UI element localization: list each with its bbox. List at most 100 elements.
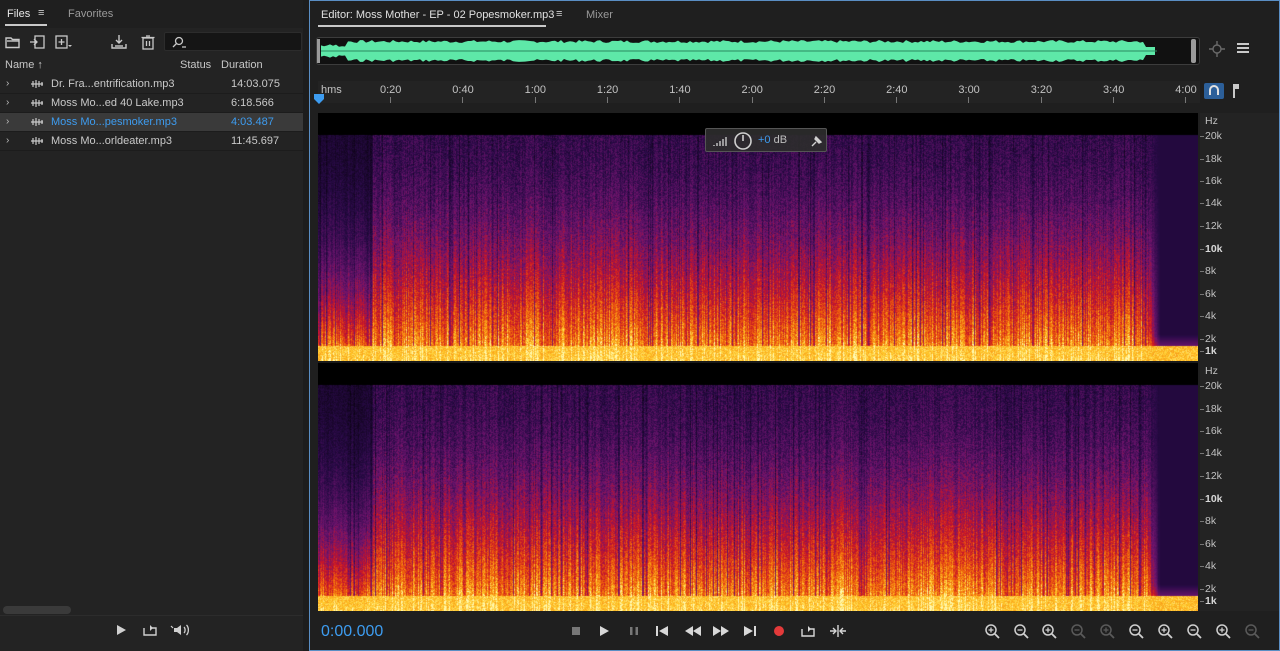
file-row-selected[interactable]: › Moss Mo...pesmoker.mp3 4:03.487 (0, 113, 303, 132)
column-duration-header[interactable]: Duration (221, 59, 263, 71)
timeline-tick (1185, 97, 1187, 103)
zoom-in-right-icon[interactable] (1154, 622, 1176, 640)
timeline-tick-label: 3:00 (958, 84, 980, 96)
column-name-header[interactable]: Name ↑ (5, 59, 43, 71)
frequency-tick (1200, 203, 1204, 204)
files-panel-menu-icon[interactable]: ≡ (38, 7, 44, 19)
tab-favorites[interactable]: Favorites (68, 8, 113, 20)
file-row[interactable]: › Dr. Fra...entrification.mp3 14:03.075 (0, 75, 303, 94)
frequency-tick (1200, 601, 1204, 602)
play-icon[interactable] (595, 623, 613, 639)
marker-pin-icon[interactable] (1230, 82, 1242, 100)
timeline-tick (462, 97, 464, 103)
frequency-tick (1200, 409, 1204, 410)
pause-icon[interactable] (625, 623, 643, 639)
level-meter-icon (713, 137, 727, 146)
expand-chevron-icon[interactable]: › (6, 78, 9, 89)
stop-icon[interactable] (567, 623, 585, 639)
zoom-out-full-icon[interactable] (1183, 622, 1205, 640)
frequency-tick (1200, 453, 1204, 454)
zoom-out-amplitude-icon[interactable] (1010, 622, 1032, 640)
frequency-label: 6k (1205, 288, 1217, 300)
files-panel-tabs: Files ≡ Favorites (0, 0, 303, 28)
heads-up-display[interactable]: +0 dB (705, 128, 827, 152)
file-list-header: Name ↑ Status Duration (0, 57, 303, 73)
fast-forward-icon[interactable] (711, 623, 731, 639)
tab-editor[interactable]: Editor: Moss Mother - EP - 02 Popesmoker… (321, 9, 554, 21)
skip-selection-icon[interactable] (828, 623, 848, 639)
trash-icon[interactable] (139, 33, 157, 51)
overview-waveform[interactable] (316, 37, 1200, 65)
file-name: Moss Mo...orldeater.mp3 (51, 135, 173, 147)
frequency-label: 16k (1205, 425, 1222, 437)
zoom-in-time-icon[interactable] (1038, 622, 1060, 640)
insert-into-multitrack-icon[interactable] (110, 33, 128, 51)
speaker-icon[interactable] (170, 622, 192, 638)
file-name: Moss Mo...ed 40 Lake.mp3 (51, 97, 184, 109)
editor-panel: Editor: Moss Mother - EP - 02 Popesmoker… (309, 0, 1280, 651)
expand-chevron-icon[interactable]: › (6, 135, 9, 146)
frequency-label: 6k (1205, 538, 1217, 550)
loop-playback-icon[interactable] (799, 623, 817, 639)
tab-files-underline (5, 24, 47, 26)
frequency-tick (1200, 386, 1204, 387)
import-icon[interactable] (29, 33, 47, 51)
open-folder-icon[interactable] (4, 33, 22, 51)
column-status-header[interactable]: Status (180, 59, 211, 71)
frequency-tick (1200, 226, 1204, 227)
timeline-tick-label: 2:20 (813, 84, 836, 96)
record-icon[interactable] (770, 623, 788, 639)
timeline-tick (896, 97, 898, 103)
frequency-label: 14k (1205, 447, 1222, 459)
move-playhead-previous-icon[interactable] (653, 623, 671, 639)
zoom-in-amplitude-icon[interactable] (981, 622, 1003, 640)
editor-panel-menu-icon[interactable]: ≡ (556, 8, 562, 20)
gain-value[interactable]: +0 dB (758, 134, 787, 146)
timeline-ruler[interactable]: hms 0:20 0:40 1:00 1:20 1:40 2:00 2:20 2:40 3:00… (318, 81, 1200, 103)
tab-mixer[interactable]: Mixer (586, 9, 613, 21)
frequency-unit-label: Hz (1205, 365, 1218, 377)
play-icon[interactable] (112, 622, 130, 638)
file-row[interactable]: › Moss Mo...ed 40 Lake.mp3 6:18.566 (0, 94, 303, 113)
spectral-frequency-display[interactable]: +0 dB (318, 113, 1198, 611)
frequency-tick (1200, 431, 1204, 432)
frequency-tick (1200, 589, 1204, 590)
loop-icon[interactable] (141, 622, 159, 638)
move-playhead-next-icon[interactable] (741, 623, 759, 639)
expand-chevron-icon[interactable]: › (6, 116, 9, 127)
audio-file-icon (31, 80, 43, 88)
panel-options-icon[interactable] (1235, 41, 1251, 57)
gain-knob-icon[interactable] (733, 131, 753, 151)
snap-to-playhead-icon[interactable] (1203, 82, 1225, 100)
frequency-tick (1200, 499, 1204, 500)
new-file-icon[interactable] (54, 33, 72, 51)
timeline-tick-label: 1:20 (596, 84, 619, 96)
file-list: › Dr. Fra...entrification.mp3 14:03.075 … (0, 75, 303, 151)
zoom-reset-icon[interactable] (1212, 622, 1234, 640)
frequency-label: 10k (1205, 493, 1223, 505)
timeline-tick-label: 0:40 (452, 84, 474, 96)
search-icon (172, 36, 186, 48)
current-time-display[interactable]: 0:00.000 (321, 623, 383, 641)
zoom-selection-icon[interactable] (1096, 622, 1118, 640)
frequency-label: 1k (1205, 345, 1217, 357)
frequency-tick (1200, 136, 1204, 137)
pin-hud-icon[interactable] (810, 134, 824, 148)
tab-files[interactable]: Files (7, 8, 30, 20)
zoom-navigator-icon[interactable] (1207, 39, 1227, 59)
spectral-channel-right[interactable] (318, 363, 1198, 611)
files-horizontal-scrollbar[interactable] (3, 606, 71, 614)
overview-waveform-graphic (317, 39, 1196, 63)
zoom-out-time-icon[interactable] (1067, 622, 1089, 640)
file-row[interactable]: › Moss Mo...orldeater.mp3 11:45.697 (0, 132, 303, 151)
files-search-input[interactable] (164, 32, 302, 51)
playhead-marker-icon[interactable] (313, 93, 325, 105)
rewind-icon[interactable] (683, 623, 703, 639)
frequency-scale[interactable]: Hz 20k 18k 16k 14k 12k 10k 8k 6k 4k 2k 1k Hz 20k 18k 16… (1200, 113, 1279, 611)
tab-editor-underline (318, 25, 546, 27)
expand-chevron-icon[interactable]: › (6, 97, 9, 108)
frequency-label: 20k (1205, 380, 1222, 392)
zoom-to-fit-icon[interactable] (1241, 622, 1263, 640)
zoom-in-left-icon[interactable] (1125, 622, 1147, 640)
frequency-tick (1200, 544, 1204, 545)
